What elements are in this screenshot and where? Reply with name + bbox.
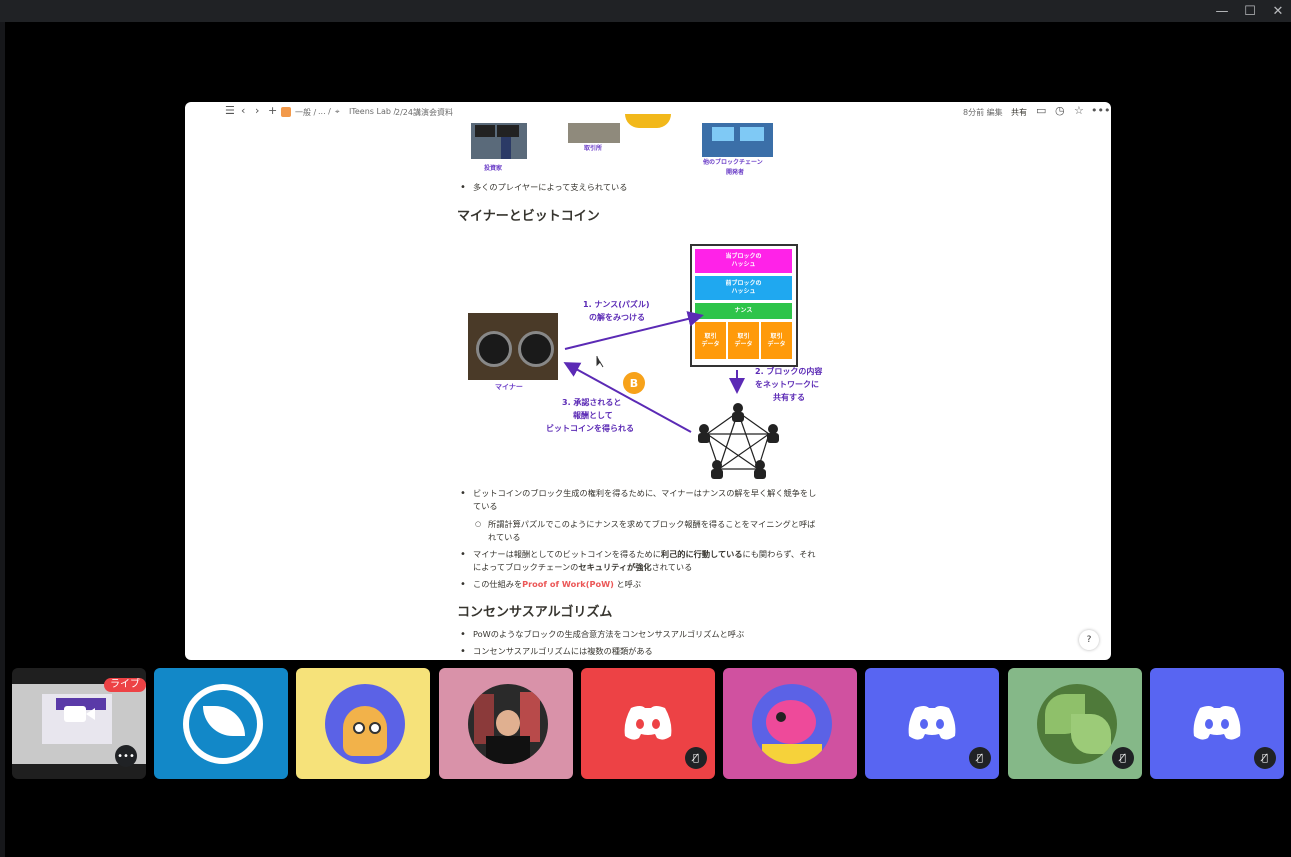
sub-bullet-1-line-a: 所謂計算パズルでこのようにナンスを求めてブロック報酬を得ることをマイニングと呼ば	[488, 519, 816, 529]
step2-line-a: 2. ブロックの内容	[755, 367, 823, 376]
step3-line-c: ビットコインを得られる	[546, 424, 634, 433]
bullet-2: マイナーは報酬としてのビットコインを得るために利己的に行動しているにも関わらず、…	[457, 548, 816, 574]
tile-participant-7[interactable]: 🎙̸	[865, 668, 999, 779]
tile-participant-5[interactable]: 🎙̸	[581, 668, 715, 779]
discord-logo-icon	[1193, 706, 1241, 740]
minimize-icon[interactable]: —	[1208, 0, 1236, 22]
bullet-2-a1: マイナーは報酬としてのビットコインを得るために	[473, 549, 661, 559]
step3-line-a: 3. 承認されると	[562, 398, 622, 407]
step1-line-a: 1. ナンス(パズル)	[583, 300, 650, 309]
tile-participant-9[interactable]: 🎙̸	[1150, 668, 1284, 779]
rabbit-character-icon	[343, 706, 387, 756]
bullet-1-line-b: ている	[473, 501, 498, 511]
live-badge: ライブ	[104, 678, 146, 692]
avatar	[183, 684, 263, 764]
discord-logo-icon	[908, 706, 956, 740]
bullet-3: この仕組みをProof of Work(PoW) と呼ぶ	[457, 578, 641, 591]
bullet-2-b3: されている	[651, 562, 693, 572]
bullet-2-a3: にも関わらず、それ	[742, 549, 816, 559]
avatar	[325, 684, 405, 764]
mic-muted-icon: 🎙̸	[1112, 747, 1134, 769]
heading-consensus: コンセンサスアルゴリズム	[457, 605, 613, 620]
video-camera-icon	[64, 706, 86, 722]
tile-participant-3[interactable]	[296, 668, 430, 779]
step3-line-b: 報酬として	[573, 411, 613, 420]
left-edge	[0, 22, 5, 857]
tile-screen-share[interactable]: ライブ •••	[12, 668, 146, 779]
avatar	[468, 684, 548, 764]
step1-line-b: の解をみつける	[589, 313, 645, 322]
maximize-icon[interactable]: ☐	[1236, 0, 1264, 22]
more-options-icon[interactable]: •••	[115, 745, 137, 767]
mic-muted-icon: 🎙̸	[1254, 747, 1276, 769]
discord-logo-icon	[624, 706, 672, 740]
sub-bullet-1: 所謂計算パズルでこのようにナンスを求めてブロック報酬を得ることをマイニングと呼ば…	[472, 518, 815, 544]
video-camera-lens-icon	[86, 708, 95, 720]
step2-line-c: 共有する	[773, 393, 805, 402]
pow-term: Proof of Work(PoW)	[522, 579, 614, 589]
avatar	[752, 684, 832, 764]
character-head-icon	[766, 700, 816, 744]
tile-participant-4[interactable]	[439, 668, 573, 779]
bullet-2-b2: セキュリティが強化	[578, 562, 652, 572]
tile-participant-2[interactable]	[154, 668, 288, 779]
bullet-5: コンセンサスアルゴリズムには複数の種類がある	[457, 645, 653, 658]
mic-muted-icon: 🎙̸	[969, 747, 991, 769]
close-icon[interactable]: ✕	[1264, 0, 1291, 22]
tile-participant-8[interactable]: 🎙̸	[1008, 668, 1142, 779]
mic-muted-icon: 🎙̸	[685, 747, 707, 769]
svg-text:B: B	[630, 377, 638, 390]
bullet-3-c: と呼ぶ	[613, 579, 642, 589]
bullet-2-b1: によってブロックチェーンの	[473, 562, 579, 572]
tile-participant-6[interactable]	[723, 668, 857, 779]
sub-bullet-1-line-b: れている	[488, 532, 521, 542]
window-titlebar: — ☐ ✕	[0, 0, 1291, 22]
bullet-4: PoWのようなブロックの生成合意方法をコンセンサスアルゴリズムと呼ぶ	[457, 628, 744, 641]
bullet-3-a: この仕組みを	[473, 579, 523, 589]
avatar	[1037, 684, 1117, 764]
step2-line-b: をネットワークに	[755, 380, 819, 389]
help-button[interactable]: ?	[1079, 630, 1099, 650]
bullet-2-a2: 利己的に行動している	[660, 549, 743, 559]
screen-share-view[interactable]: ☰ ‹ › + 一般 / ... / ⌖ ITeens Lab / 2/24講演…	[185, 102, 1111, 660]
